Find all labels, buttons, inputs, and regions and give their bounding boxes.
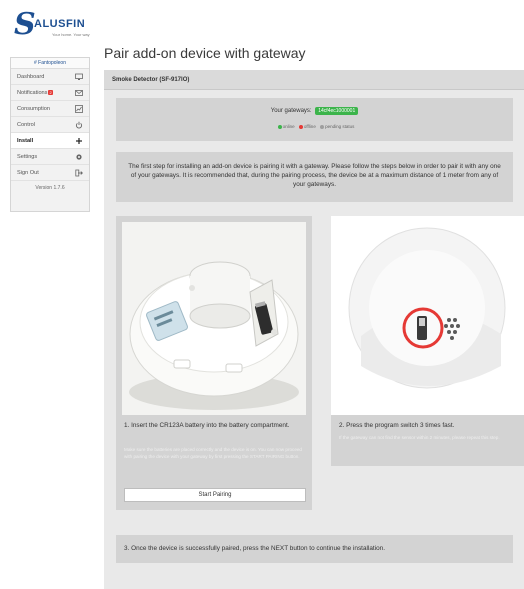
sidebar-item-label: Sign Out: [17, 169, 39, 176]
step-1-title: 1. Insert the CR123A battery into the ba…: [124, 422, 290, 429]
monitor-icon: [75, 73, 83, 81]
step-2-card: 2. Press the program switch 3 times fast…: [331, 216, 524, 466]
gateways-panel: Your gateways: 14cf4ec1000001 online off…: [116, 98, 513, 141]
start-pairing-button[interactable]: Start Pairing: [124, 488, 306, 502]
step-2-note: If the gateway can not find the sensor w…: [339, 435, 500, 440]
app-version: Version 1.7.6: [35, 185, 65, 191]
intro-text: The first step for installing an add-on …: [116, 152, 513, 202]
step-1-card: 1. Insert the CR123A battery into the ba…: [116, 216, 312, 510]
logo-s: S: [14, 7, 36, 42]
sidebar-item-dashboard[interactable]: Dashboard: [11, 69, 89, 85]
sidebar-item-label: Notifications: [17, 89, 48, 96]
sidebar-item-control[interactable]: Control: [11, 117, 89, 133]
sidebar-item-label: Control: [17, 121, 36, 128]
page-title: Pair add-on device with gateway: [104, 45, 306, 61]
notification-badge: 2: [48, 89, 53, 95]
battery-insert-photo: [122, 222, 306, 415]
offline-dot-icon: [298, 124, 303, 129]
power-icon: [75, 121, 83, 129]
gateways-line: Your gateways: 14cf4ec1000001: [116, 107, 513, 115]
gateway-status-legend: online offline pending status: [116, 124, 513, 129]
logo-word: ALUSFIN: [34, 18, 86, 30]
legend-online: online: [282, 124, 295, 129]
salusfin-logo: S ALUSFIN Your home. Your way: [14, 8, 94, 44]
gear-icon: [75, 153, 83, 161]
sidebar: # Fantopoleon Dashboard Notifications 2 C…: [10, 57, 90, 212]
legend-offline: offline: [303, 124, 316, 129]
gateway-id-badge[interactable]: 14cf4ec1000001: [315, 107, 359, 115]
sidebar-item-label: Consumption: [17, 105, 50, 112]
envelope-icon: [75, 89, 83, 97]
sign-out-icon: [75, 169, 83, 177]
sidebar-item-notifications[interactable]: Notifications 2: [11, 85, 89, 101]
sidebar-user[interactable]: # Fantopoleon: [11, 58, 89, 69]
gateways-label: Your gateways:: [270, 108, 312, 114]
sidebar-item-settings[interactable]: Settings: [11, 149, 89, 165]
sidebar-item-label: Settings: [17, 153, 38, 160]
program-switch-photo: [331, 216, 524, 415]
step-3-text: 3. Once the device is successfully paire…: [116, 535, 513, 563]
main-panel: Smoke Detector (SF-917IO) Your gateways:…: [104, 70, 524, 589]
plus-icon: [75, 137, 83, 145]
sidebar-item-install[interactable]: Install: [11, 133, 89, 149]
sidebar-item-sign-out[interactable]: Sign Out: [11, 165, 89, 181]
sidebar-item-label: Install: [17, 137, 34, 144]
logo-tagline: Your home. Your way: [52, 32, 90, 37]
online-dot-icon: [277, 124, 282, 129]
chart-icon: [75, 104, 83, 113]
pending-dot-icon: [320, 124, 325, 129]
step-2-title: 2. Press the program switch 3 times fast…: [339, 422, 455, 429]
sidebar-item-label: Dashboard: [17, 73, 45, 80]
sidebar-item-consumption[interactable]: Consumption: [11, 101, 89, 117]
legend-pending: pending status: [325, 124, 355, 129]
step-1-note: Make sure the batteries are placed corre…: [124, 447, 302, 459]
device-header: Smoke Detector (SF-917IO): [104, 70, 524, 90]
